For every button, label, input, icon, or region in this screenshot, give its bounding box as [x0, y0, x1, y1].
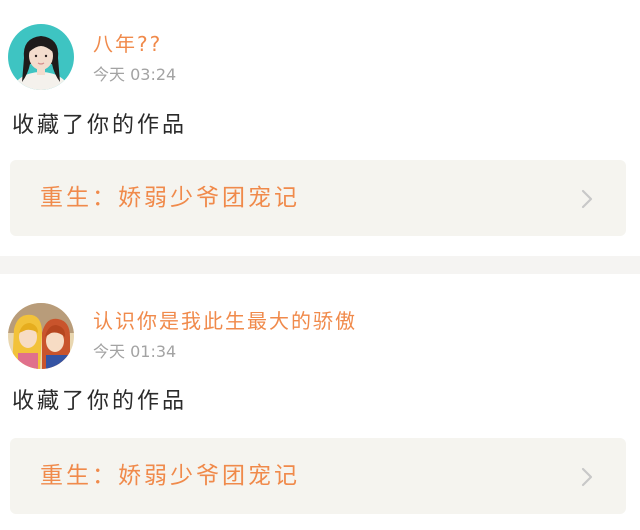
- notification-feed: 八年?? 今天 03:24 收藏了你的作品 重生：娇弱少爷团宠记 认识你是我此生…: [0, 0, 640, 530]
- chevron-right-icon: [581, 189, 593, 209]
- timestamp: 今天 01:34: [93, 342, 177, 361]
- action-text: 收藏了你的作品: [12, 113, 188, 138]
- work-title: 重生：娇弱少爷团宠记: [40, 463, 300, 489]
- work-title: 重生：娇弱少爷团宠记: [40, 185, 300, 211]
- work-link-card[interactable]: 重生：娇弱少爷团宠记: [10, 160, 626, 236]
- chevron-right-icon: [581, 467, 593, 487]
- user-avatar[interactable]: [8, 24, 74, 90]
- username[interactable]: 八年??: [93, 32, 162, 56]
- username[interactable]: 认识你是我此生最大的骄傲: [93, 309, 357, 333]
- work-link-card[interactable]: 重生：娇弱少爷团宠记: [10, 438, 626, 514]
- user-avatar[interactable]: [8, 303, 74, 369]
- notification-card: 认识你是我此生最大的骄傲 今天 01:34 收藏了你的作品 重生：娇弱少爷团宠记: [0, 274, 640, 530]
- timestamp: 今天 03:24: [93, 65, 177, 84]
- card-separator: [0, 256, 640, 274]
- girl-portrait-avatar-icon: [8, 24, 74, 90]
- action-text: 收藏了你的作品: [12, 389, 188, 414]
- notification-card: 八年?? 今天 03:24 收藏了你的作品 重生：娇弱少爷团宠记: [0, 0, 640, 256]
- anime-couple-avatar-icon: [8, 303, 74, 369]
